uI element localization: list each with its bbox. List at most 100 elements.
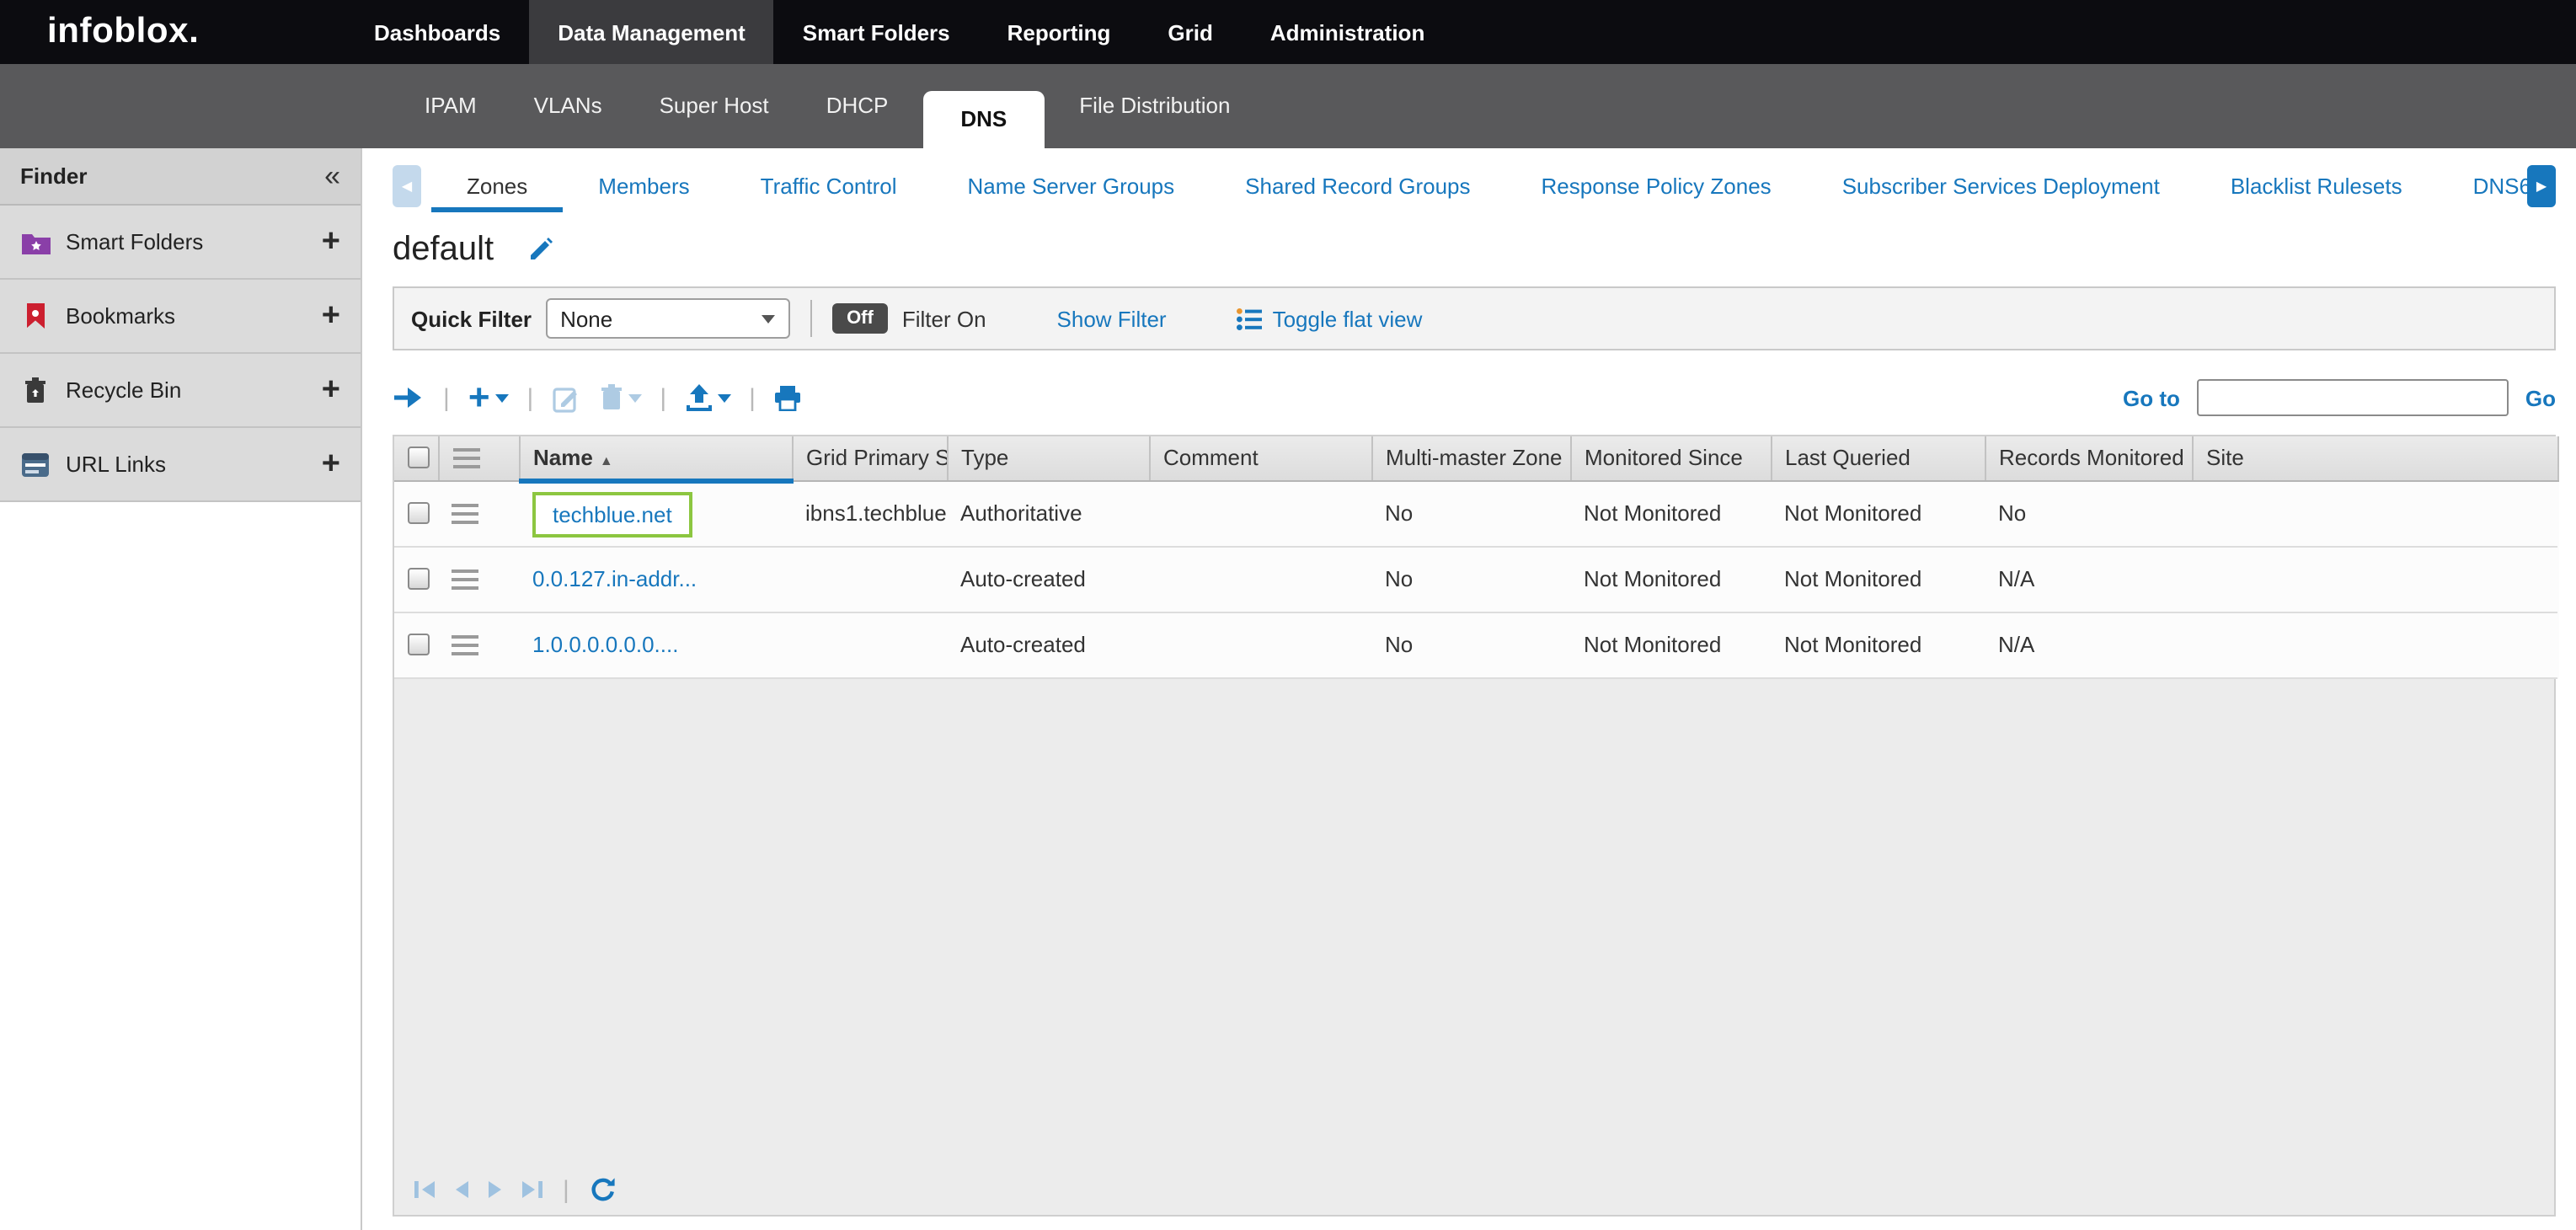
divider: | [443, 383, 450, 412]
subnav-vlans[interactable]: VLANs [505, 64, 631, 148]
add-recycle-bin-button[interactable]: + [322, 372, 340, 409]
subnav-file-distribution[interactable]: File Distribution [1050, 64, 1259, 148]
subnav-ipam[interactable]: IPAM [396, 64, 505, 148]
chevron-down-icon [761, 314, 774, 323]
cell-comment [1149, 480, 1371, 546]
go-button[interactable]: Go [2525, 385, 2556, 410]
tab-traffic-control[interactable]: Traffic Control [725, 159, 933, 211]
table-row: 0.0.127.in-addr... Auto-created No Not M… [394, 546, 2557, 612]
tabs-scroll-right-button[interactable]: ▶ [2527, 164, 2556, 206]
open-record-arrow-icon[interactable] [393, 386, 425, 409]
tab-dns64-groups[interactable]: DNS64 Group [2438, 159, 2527, 211]
filter-on-label: Filter On [902, 306, 986, 331]
first-page-button[interactable] [414, 1179, 436, 1200]
next-page-button[interactable] [487, 1179, 504, 1200]
nav-reporting[interactable]: Reporting [979, 0, 1140, 64]
show-filter-link[interactable]: Show Filter [1057, 306, 1167, 331]
add-url-link-button[interactable]: + [322, 446, 340, 483]
add-button[interactable]: + [468, 382, 509, 413]
cell-records-monitored: No [1985, 480, 2192, 546]
page-root: infoblox. Dashboards Data Management Sma… [0, 0, 2576, 1230]
sidebar-item-url-links[interactable]: URL Links + [0, 428, 361, 502]
tab-subscriber-services-deployment[interactable]: Subscriber Services Deployment [1807, 159, 2195, 211]
table-row: 1.0.0.0.0.0.0.... Auto-created No Not Mo… [394, 612, 2557, 677]
column-header-monitored-since[interactable]: Monitored Since [1570, 436, 1771, 480]
row-checkbox[interactable] [408, 568, 430, 590]
row-menu-icon[interactable] [452, 503, 478, 523]
subnav-super-host[interactable]: Super Host [631, 64, 798, 148]
quick-filter-selected-value: None [560, 306, 612, 331]
tab-name-server-groups[interactable]: Name Server Groups [933, 159, 1211, 211]
zone-link[interactable]: techblue.net [553, 501, 672, 527]
edit-title-icon[interactable] [527, 236, 554, 263]
column-header-name[interactable]: Name▲ [519, 436, 792, 480]
tab-members[interactable]: Members [563, 159, 724, 211]
goto-input[interactable] [2197, 379, 2509, 416]
cell-last-queried: Not Monitored [1771, 480, 1985, 546]
quick-filter-select[interactable]: None [545, 298, 789, 339]
print-button[interactable] [774, 385, 803, 410]
header-select-all[interactable] [394, 436, 438, 480]
refresh-icon [590, 1176, 617, 1203]
refresh-button[interactable] [590, 1176, 617, 1203]
sidebar-item-label: URL Links [66, 452, 166, 477]
tab-response-policy-zones[interactable]: Response Policy Zones [1506, 159, 1807, 211]
nav-administration[interactable]: Administration [1242, 0, 1453, 64]
column-header-type[interactable]: Type [947, 436, 1149, 480]
column-header-grid-primary[interactable]: Grid Primary Se... [792, 436, 947, 480]
zones-table: Name▲ Grid Primary Se... Type Comment Mu… [394, 436, 2558, 678]
last-page-button[interactable] [521, 1179, 542, 1200]
cell-comment [1149, 546, 1371, 612]
divider [810, 300, 811, 337]
cell-grid-primary: ibns1.techblue.... [792, 480, 947, 546]
row-menu-icon[interactable] [452, 634, 478, 655]
tab-blacklist-rulesets[interactable]: Blacklist Rulesets [2195, 159, 2438, 211]
sidebar-item-label: Bookmarks [66, 303, 175, 329]
toggle-flat-view[interactable]: Toggle flat view [1237, 306, 1423, 331]
import-export-button[interactable] [685, 384, 730, 411]
column-header-records-monitored[interactable]: Records Monitored [1985, 436, 2192, 480]
zone-link[interactable]: 0.0.127.in-addr... [532, 566, 697, 591]
finder-header: Finder « [0, 148, 361, 206]
flat-view-icon [1237, 308, 1263, 329]
quick-filter-label: Quick Filter [411, 306, 532, 331]
subnav-dhcp[interactable]: DHCP [798, 64, 917, 148]
previous-page-button[interactable] [453, 1179, 470, 1200]
nav-dashboards[interactable]: Dashboards [345, 0, 529, 64]
tab-shared-record-groups[interactable]: Shared Record Groups [1210, 159, 1505, 211]
row-checkbox[interactable] [408, 502, 430, 524]
tabs-scroll-left-button[interactable]: ◀ [393, 164, 421, 206]
finder-sidebar: Finder « Smart Folders + Bookmarks + Rec… [0, 148, 362, 1230]
column-header-multi-master[interactable]: Multi-master Zone [1371, 436, 1570, 480]
divider: | [527, 383, 534, 412]
sidebar-item-smart-folders[interactable]: Smart Folders + [0, 206, 361, 280]
nav-smart-folders[interactable]: Smart Folders [774, 0, 979, 64]
row-checkbox[interactable] [408, 634, 430, 655]
nav-data-management[interactable]: Data Management [529, 0, 774, 64]
tab-zones[interactable]: Zones [431, 159, 563, 211]
menu-icon[interactable] [452, 448, 479, 468]
collapse-sidebar-icon[interactable]: « [324, 162, 340, 190]
cell-multi-master: No [1371, 480, 1570, 546]
sidebar-item-label: Recycle Bin [66, 377, 181, 403]
add-bookmark-button[interactable]: + [322, 297, 340, 334]
column-header-comment[interactable]: Comment [1149, 436, 1371, 480]
grid-toolbar: | + | | | [393, 367, 2556, 428]
select-all-checkbox[interactable] [408, 447, 430, 469]
edit-icon [552, 383, 580, 412]
column-header-site[interactable]: Site [2192, 436, 2557, 480]
filter-toggle-off[interactable]: Off [831, 303, 889, 334]
subnav-dns-active[interactable]: DNS [923, 91, 1044, 148]
add-smart-folder-button[interactable]: + [322, 223, 340, 260]
cell-multi-master: No [1371, 612, 1570, 677]
sidebar-item-recycle-bin[interactable]: Recycle Bin + [0, 354, 361, 428]
delete-button-disabled[interactable] [599, 384, 641, 411]
edit-button-disabled[interactable] [552, 383, 580, 412]
nav-grid[interactable]: Grid [1139, 0, 1241, 64]
sidebar-item-bookmarks[interactable]: Bookmarks + [0, 280, 361, 354]
goto-label: Go to [2123, 385, 2180, 410]
zone-link[interactable]: 1.0.0.0.0.0.0.... [532, 632, 678, 657]
row-menu-icon[interactable] [452, 569, 478, 589]
cell-records-monitored: N/A [1985, 612, 2192, 677]
column-header-last-queried[interactable]: Last Queried [1771, 436, 1985, 480]
